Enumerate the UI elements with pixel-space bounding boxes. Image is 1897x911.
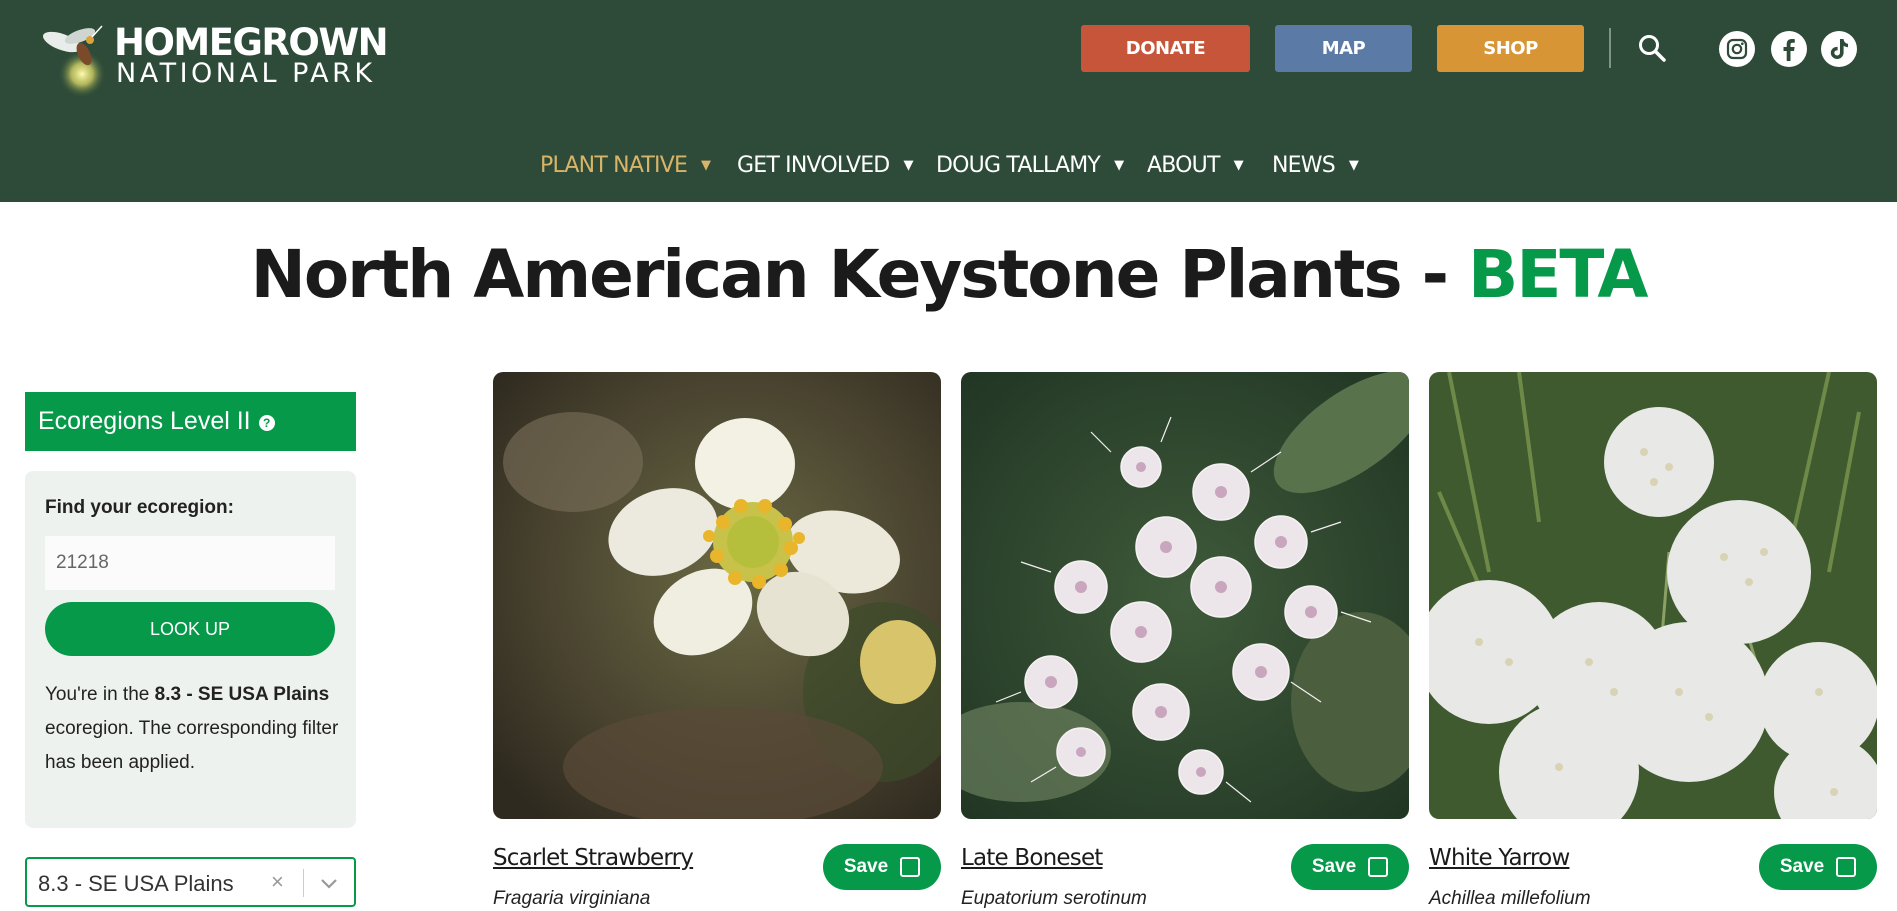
header-divider <box>1609 28 1611 68</box>
msg-region: 8.3 - SE USA Plains <box>154 684 330 705</box>
msg-prefix: You're in the <box>45 684 155 705</box>
shop-button[interactable]: SHOP <box>1437 25 1584 72</box>
save-button[interactable]: Save <box>1759 844 1877 890</box>
firefly-logo-icon <box>43 25 106 98</box>
save-button[interactable]: Save <box>1291 844 1409 890</box>
save-checkbox[interactable] <box>1836 857 1857 877</box>
save-button[interactable]: Save <box>823 844 941 890</box>
save-label: Save <box>1779 856 1825 877</box>
logo-wordmark-bottom: NATIONAL PARK <box>116 58 376 89</box>
plant-scientific-name: Fragaria virginiana <box>493 888 651 909</box>
ecoregion-select[interactable]: 8.3 - SE USA Plains × <box>25 857 356 907</box>
nav-item-about[interactable]: ABOUT ▼ <box>1147 147 1244 183</box>
logo-wordmark-top: HOMEGROWN <box>114 21 389 64</box>
nav-label: ABOUT <box>1147 152 1220 178</box>
plant-photo[interactable] <box>493 372 941 819</box>
instagram-icon[interactable] <box>1719 31 1755 67</box>
plant-scientific-name: Eupatorium serotinum <box>961 888 1147 909</box>
main-nav: PLANT NATIVE ▼ GET INVOLVED ▼ DOUG TALLAMY… <box>0 147 1897 183</box>
facebook-icon[interactable] <box>1771 31 1807 67</box>
ecoregions-title: Ecoregions Level II <box>38 407 251 435</box>
nav-label: GET INVOLVED <box>737 152 890 178</box>
ecoregions-header: Ecoregions Level II ? <box>25 392 356 451</box>
donate-button[interactable]: DONATE <box>1081 25 1250 72</box>
tiktok-icon[interactable] <box>1821 31 1857 67</box>
plant-name-link[interactable]: White Yarrow <box>1429 845 1570 871</box>
page-title: North American Keystone Plants - BETA <box>0 235 1897 315</box>
beta-badge: BETA <box>1468 236 1648 313</box>
chevron-down-icon[interactable] <box>317 872 341 894</box>
plant-photo[interactable] <box>961 372 1409 819</box>
plant-name-link[interactable]: Scarlet Strawberry <box>493 845 694 871</box>
msg-suffix: ecoregion. The corresponding filter has … <box>45 718 339 773</box>
plant-name-link[interactable]: Late Boneset <box>961 845 1103 871</box>
save-label: Save <box>843 856 889 877</box>
find-ecoregion-label: Find your ecoregion: <box>45 497 234 518</box>
nav-label: DOUG TALLAMY <box>936 152 1101 178</box>
nav-item-plant-native[interactable]: PLANT NATIVE ▼ <box>540 147 711 183</box>
nav-item-doug-tallamy[interactable]: DOUG TALLAMY ▼ <box>936 147 1124 183</box>
ecoregion-select-value: 8.3 - SE USA Plains <box>38 871 234 896</box>
site-logo[interactable]: HOMEGROWN NATIONAL PARK <box>42 18 412 98</box>
look-up-button[interactable]: LOOK UP <box>45 602 335 656</box>
save-checkbox[interactable] <box>900 857 921 877</box>
help-icon[interactable]: ? <box>258 414 275 431</box>
plant-scientific-name: Achillea millefolium <box>1429 888 1591 909</box>
nav-item-news[interactable]: NEWS ▼ <box>1272 147 1359 183</box>
page-title-main: North American Keystone Plants - <box>250 236 1469 313</box>
plant-photo[interactable] <box>1429 372 1877 819</box>
clear-icon[interactable]: × <box>271 869 284 895</box>
caret-down-icon: ▼ <box>1114 157 1124 173</box>
ecoregion-result-message: You're in the 8.3 - SE USA Plains ecoreg… <box>45 678 345 780</box>
site-header: HOMEGROWN NATIONAL PARK DONATE MAP SHOP … <box>0 0 1897 202</box>
nav-item-get-involved[interactable]: GET INVOLVED ▼ <box>737 147 913 183</box>
caret-down-icon: ▼ <box>1233 157 1244 173</box>
caret-down-icon: ▼ <box>701 157 711 173</box>
caret-down-icon: ▼ <box>903 157 913 173</box>
select-separator <box>303 869 304 897</box>
save-checkbox[interactable] <box>1368 857 1389 877</box>
nav-label: PLANT NATIVE <box>540 152 688 178</box>
nav-label: NEWS <box>1272 152 1336 178</box>
map-button[interactable]: MAP <box>1275 25 1412 72</box>
caret-down-icon: ▼ <box>1348 157 1359 173</box>
search-icon[interactable] <box>1636 32 1668 64</box>
save-label: Save <box>1311 856 1357 877</box>
zip-code-input[interactable] <box>45 536 335 590</box>
ecoregion-finder: Find your ecoregion: LOOK UP You're in t… <box>25 471 356 828</box>
